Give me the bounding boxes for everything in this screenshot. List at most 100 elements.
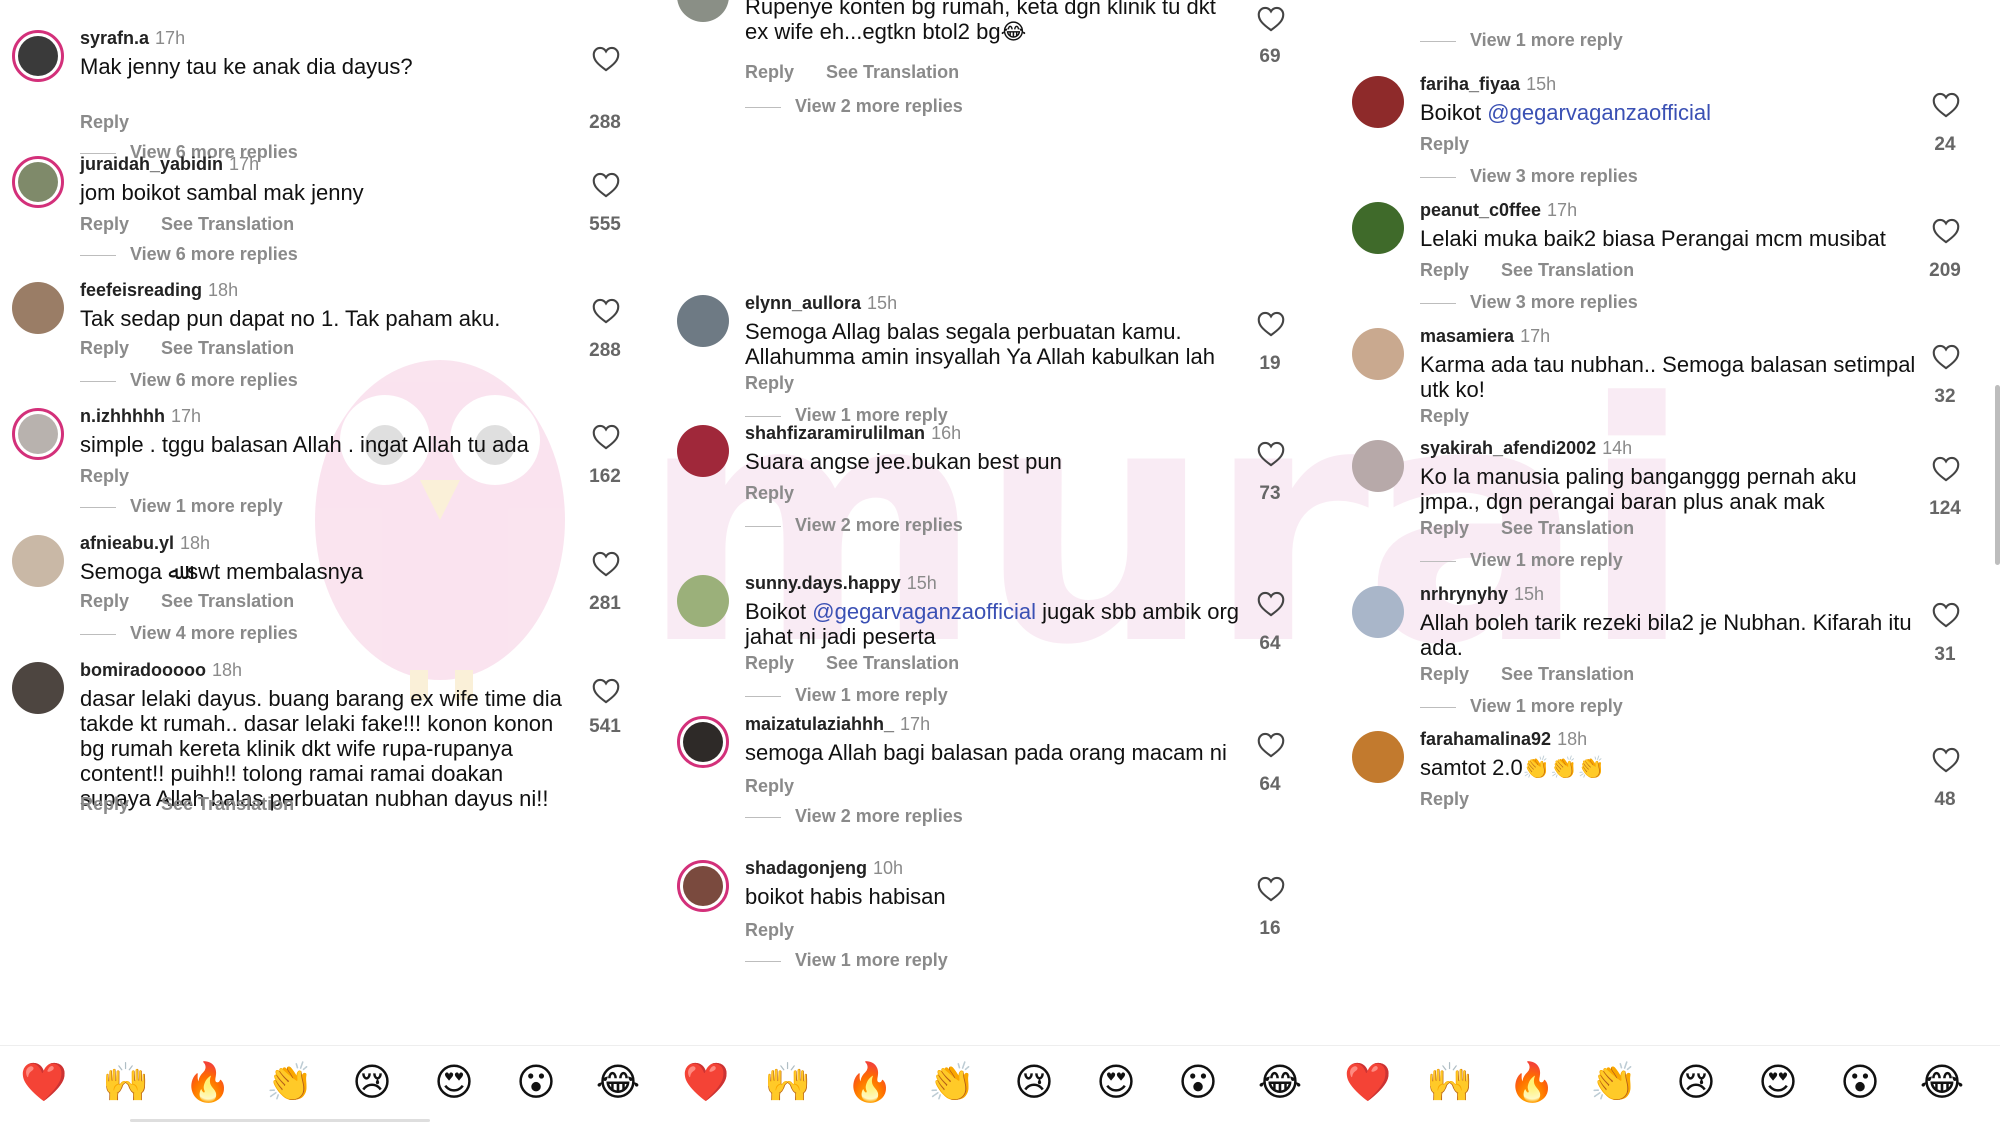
heart-icon[interactable]	[1257, 441, 1285, 467]
view-more-replies-link[interactable]: View 4 more replies	[80, 623, 298, 644]
username[interactable]: peanut_c0ffee	[1420, 200, 1541, 220]
avatar[interactable]	[1352, 76, 1404, 128]
reply-button[interactable]: Reply	[745, 483, 794, 503]
avatar[interactable]	[12, 282, 64, 334]
heart-icon[interactable]	[1932, 92, 1960, 118]
avatar[interactable]	[1352, 202, 1404, 254]
see-translation-button[interactable]: See Translation	[826, 653, 959, 673]
heart-icon[interactable]	[1257, 732, 1285, 758]
fire-emoji-icon[interactable]: 🔥	[183, 1060, 233, 1104]
heart-emoji-icon[interactable]: ❤️	[681, 1060, 731, 1104]
heart-icon[interactable]	[1257, 311, 1285, 337]
avatar[interactable]	[677, 295, 729, 347]
avatar[interactable]	[677, 575, 729, 627]
see-translation-button[interactable]: See Translation	[161, 591, 294, 611]
see-translation-button[interactable]: See Translation	[1501, 518, 1634, 538]
avatar[interactable]	[677, 716, 729, 768]
view-more-replies-link[interactable]: View 2 more replies	[745, 515, 963, 536]
view-more-replies-link[interactable]: View 1 more reply	[1420, 30, 1623, 51]
reply-button[interactable]: Reply	[80, 112, 129, 132]
heart-icon[interactable]	[1257, 6, 1285, 32]
joy-face-emoji-icon[interactable]: 😂	[593, 1060, 643, 1104]
avatar[interactable]	[677, 860, 729, 912]
heart-icon[interactable]	[1932, 602, 1960, 628]
mention-link[interactable]: @gegarvaganzaofficial	[812, 599, 1036, 624]
view-more-replies-link[interactable]: View 2 more replies	[745, 96, 963, 117]
see-translation-button[interactable]: See Translation	[161, 338, 294, 358]
reply-button[interactable]: Reply	[745, 776, 794, 796]
reply-button[interactable]: Reply	[80, 466, 129, 486]
heart-icon[interactable]	[1932, 456, 1960, 482]
reply-button[interactable]: Reply	[1420, 134, 1469, 154]
surprised-face-emoji-icon[interactable]: 😮	[1835, 1060, 1885, 1104]
avatar[interactable]	[1352, 586, 1404, 638]
see-translation-button[interactable]: See Translation	[161, 794, 294, 814]
avatar[interactable]	[12, 30, 64, 82]
username[interactable]: feefeisreading	[80, 280, 202, 300]
heart-icon[interactable]	[592, 678, 620, 704]
heart-icon[interactable]	[1257, 876, 1285, 902]
mention-link[interactable]: @gegarvaganzaofficial	[1487, 100, 1711, 125]
username[interactable]: afnieabu.yl	[80, 533, 174, 553]
reply-button[interactable]: Reply	[1420, 789, 1469, 809]
see-translation-button[interactable]: See Translation	[1501, 664, 1634, 684]
see-translation-button[interactable]: See Translation	[1501, 260, 1634, 280]
clapping-hands-emoji-icon[interactable]: 👏	[927, 1060, 977, 1104]
raised-hands-emoji-icon[interactable]: 🙌	[101, 1060, 151, 1104]
view-more-replies-link[interactable]: View 1 more reply	[1420, 550, 1623, 571]
username[interactable]: syrafn.a	[80, 28, 149, 48]
view-more-replies-link[interactable]: View 2 more replies	[745, 806, 963, 827]
reply-button[interactable]: Reply	[745, 653, 794, 673]
reply-button[interactable]: Reply	[80, 338, 129, 358]
username[interactable]: maizatulaziahhh_	[745, 714, 894, 734]
heart-icon[interactable]	[1932, 747, 1960, 773]
reply-button[interactable]: Reply	[1420, 406, 1469, 426]
heart-icon[interactable]	[592, 172, 620, 198]
avatar[interactable]	[677, 0, 729, 22]
avatar[interactable]	[1352, 440, 1404, 492]
avatar[interactable]	[1352, 328, 1404, 380]
username[interactable]: syakirah_afendi2002	[1420, 438, 1596, 458]
heart-emoji-icon[interactable]: ❤️	[1343, 1060, 1393, 1104]
reply-button[interactable]: Reply	[80, 591, 129, 611]
avatar[interactable]	[677, 425, 729, 477]
reply-button[interactable]: Reply	[745, 373, 794, 393]
avatar[interactable]	[1352, 731, 1404, 783]
view-more-replies-link[interactable]: View 1 more reply	[1420, 696, 1623, 717]
surprised-face-emoji-icon[interactable]: 😮	[511, 1060, 561, 1104]
reply-button[interactable]: Reply	[1420, 518, 1469, 538]
surprised-face-emoji-icon[interactable]: 😮	[1173, 1060, 1223, 1104]
heart-icon[interactable]	[592, 46, 620, 72]
scrollbar[interactable]	[1995, 385, 2000, 565]
username[interactable]: masamiera	[1420, 326, 1514, 346]
heart-icon[interactable]	[1932, 344, 1960, 370]
avatar[interactable]	[12, 535, 64, 587]
clapping-hands-emoji-icon[interactable]: 👏	[1589, 1060, 1639, 1104]
raised-hands-emoji-icon[interactable]: 🙌	[1425, 1060, 1475, 1104]
crying-face-emoji-icon[interactable]: 😢	[347, 1060, 397, 1104]
view-more-replies-link[interactable]: View 1 more reply	[80, 496, 283, 517]
clapping-hands-emoji-icon[interactable]: 👏	[265, 1060, 315, 1104]
view-more-replies-link[interactable]: View 1 more reply	[745, 685, 948, 706]
username[interactable]: juraidah_yabidin	[80, 154, 223, 174]
avatar[interactable]	[12, 408, 64, 460]
view-more-replies-link[interactable]: View 1 more reply	[745, 950, 948, 971]
heart-eyes-emoji-icon[interactable]: 😍	[429, 1060, 479, 1104]
view-more-replies-link[interactable]: View 3 more replies	[1420, 166, 1638, 187]
reply-button[interactable]: Reply	[80, 214, 129, 234]
reply-button[interactable]: Reply	[1420, 664, 1469, 684]
heart-eyes-emoji-icon[interactable]: 😍	[1091, 1060, 1141, 1104]
joy-face-emoji-icon[interactable]: 😂	[1255, 1060, 1305, 1104]
view-more-replies-link[interactable]: View 6 more replies	[80, 370, 298, 391]
heart-icon[interactable]	[1932, 218, 1960, 244]
reply-button[interactable]: Reply	[1420, 260, 1469, 280]
reply-button[interactable]: Reply	[80, 794, 129, 814]
fire-emoji-icon[interactable]: 🔥	[845, 1060, 895, 1104]
raised-hands-emoji-icon[interactable]: 🙌	[763, 1060, 813, 1104]
heart-emoji-icon[interactable]: ❤️	[19, 1060, 69, 1104]
view-more-replies-link[interactable]: View 3 more replies	[1420, 292, 1638, 313]
username[interactable]: shadagonjeng	[745, 858, 867, 878]
reply-button[interactable]: Reply	[745, 62, 794, 82]
heart-icon[interactable]	[1257, 591, 1285, 617]
username[interactable]: n.izhhhhh	[80, 406, 165, 426]
